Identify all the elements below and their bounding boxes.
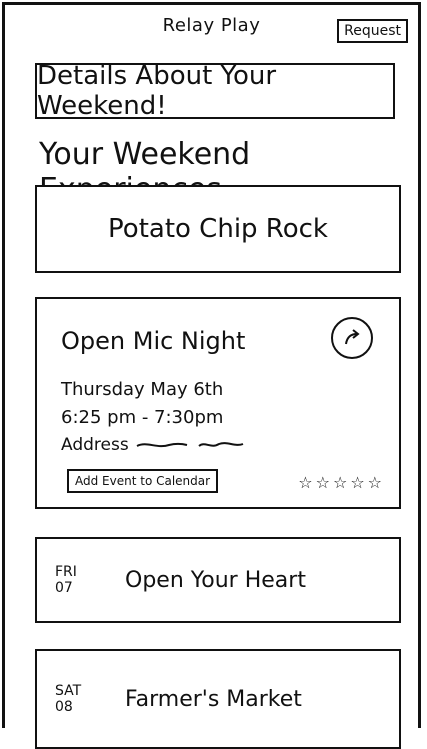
star-rating[interactable]: ☆☆☆☆☆ xyxy=(298,473,385,492)
list-item-day: FRI xyxy=(55,564,77,580)
share-arrow-icon xyxy=(345,329,360,345)
list-item-day-number: 08 xyxy=(55,699,73,715)
list-item[interactable]: SAT 08 Farmer's Market xyxy=(35,649,401,749)
event-date: Thursday May 6th xyxy=(61,379,224,400)
event-card[interactable]: Open Mic Night Thursday May 6th 6:25 pm … xyxy=(35,297,401,509)
share-button[interactable] xyxy=(331,317,373,359)
event-address: Address xyxy=(61,435,245,455)
event-address-label: Address xyxy=(61,435,129,455)
phone-frame: Relay Play Request Details About Your We… xyxy=(2,2,421,749)
add-to-calendar-button[interactable]: Add Event to Calendar xyxy=(67,469,219,493)
details-banner[interactable]: Details About Your Weekend! xyxy=(35,61,395,121)
list-item-day: SAT xyxy=(55,683,82,699)
list-item-date: SAT 08 xyxy=(37,683,125,715)
list-item-title: Open Your Heart xyxy=(125,567,306,593)
list-item-title: Farmer's Market xyxy=(125,686,302,712)
featured-experience-card[interactable]: Potato Chip Rock xyxy=(35,185,401,273)
event-title: Open Mic Night xyxy=(61,327,246,355)
request-button[interactable]: Request xyxy=(337,19,408,43)
list-item[interactable]: FRI 07 Open Your Heart xyxy=(35,537,401,623)
list-item-date: FRI 07 xyxy=(37,564,125,596)
address-placeholder-squiggle xyxy=(136,442,244,448)
event-time: 6:25 pm - 7:30pm xyxy=(61,407,224,428)
list-item-day-number: 07 xyxy=(55,580,73,596)
